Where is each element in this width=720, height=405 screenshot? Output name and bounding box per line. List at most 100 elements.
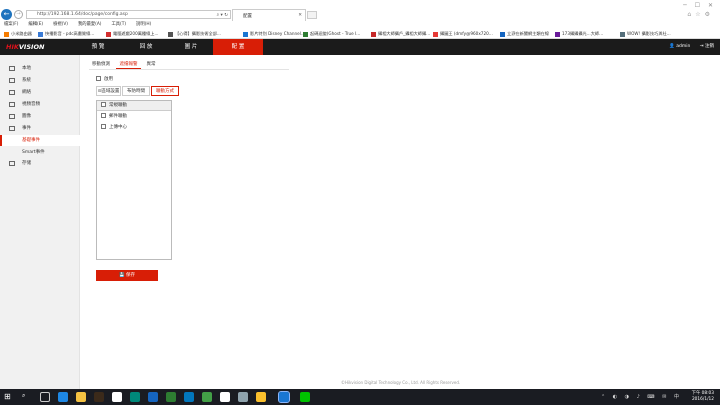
tab-divider [89, 69, 289, 70]
app-icon[interactable] [130, 392, 140, 402]
menu-file[interactable]: 檔案(F) [4, 22, 18, 27]
save-icon: 💾 [118, 273, 127, 278]
user-icon: 👤 [669, 44, 675, 49]
nav-preview[interactable]: 預 覽 [73, 39, 123, 55]
image-icon [9, 114, 15, 119]
favorite-link[interactable]: 起碼迴旋(Ghost - True I... [303, 31, 360, 37]
file-explorer-icon[interactable] [76, 392, 86, 402]
url-text: http://192.168.1.64/doc/page/config.asp [37, 12, 128, 17]
nav-playback[interactable]: 回 放 [121, 39, 171, 55]
browser-title-bar: ─ ☐ ✕ [0, 0, 720, 9]
favicon-icon [433, 31, 438, 37]
storage-icon [9, 161, 15, 166]
sidebar-item-label: 基礎事件 [22, 138, 40, 143]
chrome-icon[interactable] [256, 392, 266, 402]
enable-row: 啟用 [96, 76, 113, 82]
logout-icon[interactable]: ⇥ [700, 44, 704, 49]
email-linkage-checkbox[interactable] [101, 113, 106, 118]
tab-linkage-method[interactable]: 聯動方式 [151, 86, 179, 96]
sidebar-item[interactable]: 存储 [0, 158, 80, 169]
favorite-link[interactable]: 173攝攝攝光...大師... [555, 31, 603, 37]
select-all-checkbox[interactable] [101, 102, 106, 107]
favorite-link[interactable]: WOW! 攝影技巧與社... [620, 31, 671, 37]
sidebar-item[interactable]: 系統 [0, 75, 80, 86]
favorite-link[interactable]: 立淚在新聞網主類在線 [500, 31, 549, 37]
search-refresh-icon[interactable]: ⌕ ▾ ↻ [217, 12, 228, 18]
favorite-link[interactable]: 攝相大師攝戶_攝相大師攝... [371, 31, 430, 37]
upload-center-label: 上傳中心 [109, 125, 127, 130]
home-star-gear-icon[interactable]: ⌂☆⚙ [687, 11, 714, 18]
sidebar-item[interactable]: 基礎事件 [0, 135, 80, 146]
sidebar-item-label: 事件 [22, 126, 31, 131]
menu-edit[interactable]: 編輯(E) [28, 22, 43, 27]
username: admin [676, 44, 691, 49]
tab-arming-schedule[interactable]: 布防時間 [122, 86, 150, 96]
app-icon[interactable] [112, 392, 122, 402]
nav-configuration[interactable]: 配 置 [213, 39, 263, 55]
address-field[interactable]: http://192.168.1.64/doc/page/config.asp … [26, 10, 231, 19]
sidebar-item-label: 本地 [22, 66, 31, 71]
close-tab-icon[interactable]: ✕ [298, 13, 302, 18]
favicon-icon [38, 31, 43, 37]
app-icon[interactable] [148, 392, 158, 402]
menu-view[interactable]: 檢視(V) [53, 22, 68, 27]
favorite-link[interactable]: 影片特別 Disney Channel... [243, 31, 305, 37]
edge-icon[interactable] [58, 392, 68, 402]
video-icon [9, 102, 15, 107]
sidebar-item[interactable]: 視頻音頻 [0, 99, 80, 110]
taskbar-clock[interactable]: 下午 08:03 2016/1/12 [692, 391, 714, 402]
enable-checkbox[interactable] [96, 76, 101, 81]
email-linkage-label: 郵件聯動 [109, 114, 127, 119]
tab-motion-detection[interactable]: 移動偵測 [89, 60, 113, 69]
sidebar-item-label: 系統 [22, 78, 31, 83]
upload-center-checkbox[interactable] [101, 124, 106, 129]
menu-help[interactable]: 說明(H) [136, 22, 151, 27]
sidebar-item[interactable]: 網絡 [0, 87, 80, 98]
app-icon[interactable] [202, 392, 212, 402]
favorite-link[interactable]: 【心得】攝影技術全部... [168, 31, 221, 37]
favorite-link[interactable]: 攝圖王 (dmfy@960x720... [433, 31, 493, 37]
new-tab-button[interactable] [307, 11, 317, 19]
sidebar-item[interactable]: 本地 [0, 63, 80, 74]
app-icon[interactable] [238, 392, 248, 402]
app-icon[interactable] [184, 392, 194, 402]
favicon-icon [168, 31, 173, 37]
app-icon[interactable] [220, 392, 230, 402]
illustrator-icon[interactable] [94, 392, 104, 402]
browser-tab-title: 配置 [243, 14, 252, 19]
line-icon[interactable] [300, 392, 310, 402]
task-view-icon[interactable] [40, 392, 50, 402]
sidebar-item-label: Smart事件 [22, 150, 45, 155]
favorite-link[interactable]: 快播影音 - pdc高畫質線... [38, 31, 94, 37]
main-content: 移動偵測 遮擋報警 異常 啟用 ⊙區域設置 布防時間 聯動方式 常規聯動 郵件聯… [81, 55, 720, 389]
logout-link[interactable]: 注销 [705, 44, 714, 49]
tab-tamper-alarm[interactable]: 遮擋報警 [116, 60, 141, 69]
tab-exception[interactable]: 異常 [144, 60, 158, 69]
tab-area-settings[interactable]: ⊙區域設置 [96, 86, 121, 96]
menu-favorites[interactable]: 我的最愛(A) [78, 22, 101, 27]
favicon-icon [555, 31, 560, 37]
favorite-link[interactable]: 電腦遊戲200萬種線上... [106, 31, 159, 37]
forward-icon[interactable]: → [14, 10, 23, 19]
search-icon[interactable]: ⌕ [22, 392, 32, 402]
browser-menu-bar: 檔案(F) 編輯(E) 檢視(V) 我的最愛(A) 工具(T) 說明(H) [0, 21, 720, 29]
sidebar-item[interactable]: Smart事件 [0, 147, 80, 158]
favicon-icon [303, 31, 308, 37]
ie-icon[interactable] [278, 391, 290, 403]
sidebar-item-label: 存储 [22, 161, 31, 166]
nav-picture[interactable]: 圖 片 [166, 39, 216, 55]
system-icon [9, 78, 15, 83]
sidebar-item[interactable]: 事件 [0, 123, 80, 134]
back-icon[interactable]: ← [1, 9, 12, 20]
user-area: 👤 admin ⇥ 注销 [669, 39, 714, 55]
save-button[interactable]: 💾 保存 [96, 270, 158, 281]
sidebar-item-label: 視頻音頻 [22, 102, 40, 107]
browser-tab[interactable]: 配置 ✕ [232, 9, 306, 21]
sidebar-item[interactable]: 圖像 [0, 111, 80, 122]
linkage-header: 常規聯動 [109, 103, 127, 108]
menu-tools[interactable]: 工具(T) [111, 22, 126, 27]
system-tray-icons[interactable]: ⌃ ◐ ◑ ♪ ⌨ ✉ 中 [601, 393, 682, 400]
app-icon[interactable] [166, 392, 176, 402]
favorite-link[interactable]: 小米路由器 [4, 31, 32, 37]
windows-start-icon[interactable]: ⊞ [4, 392, 11, 402]
